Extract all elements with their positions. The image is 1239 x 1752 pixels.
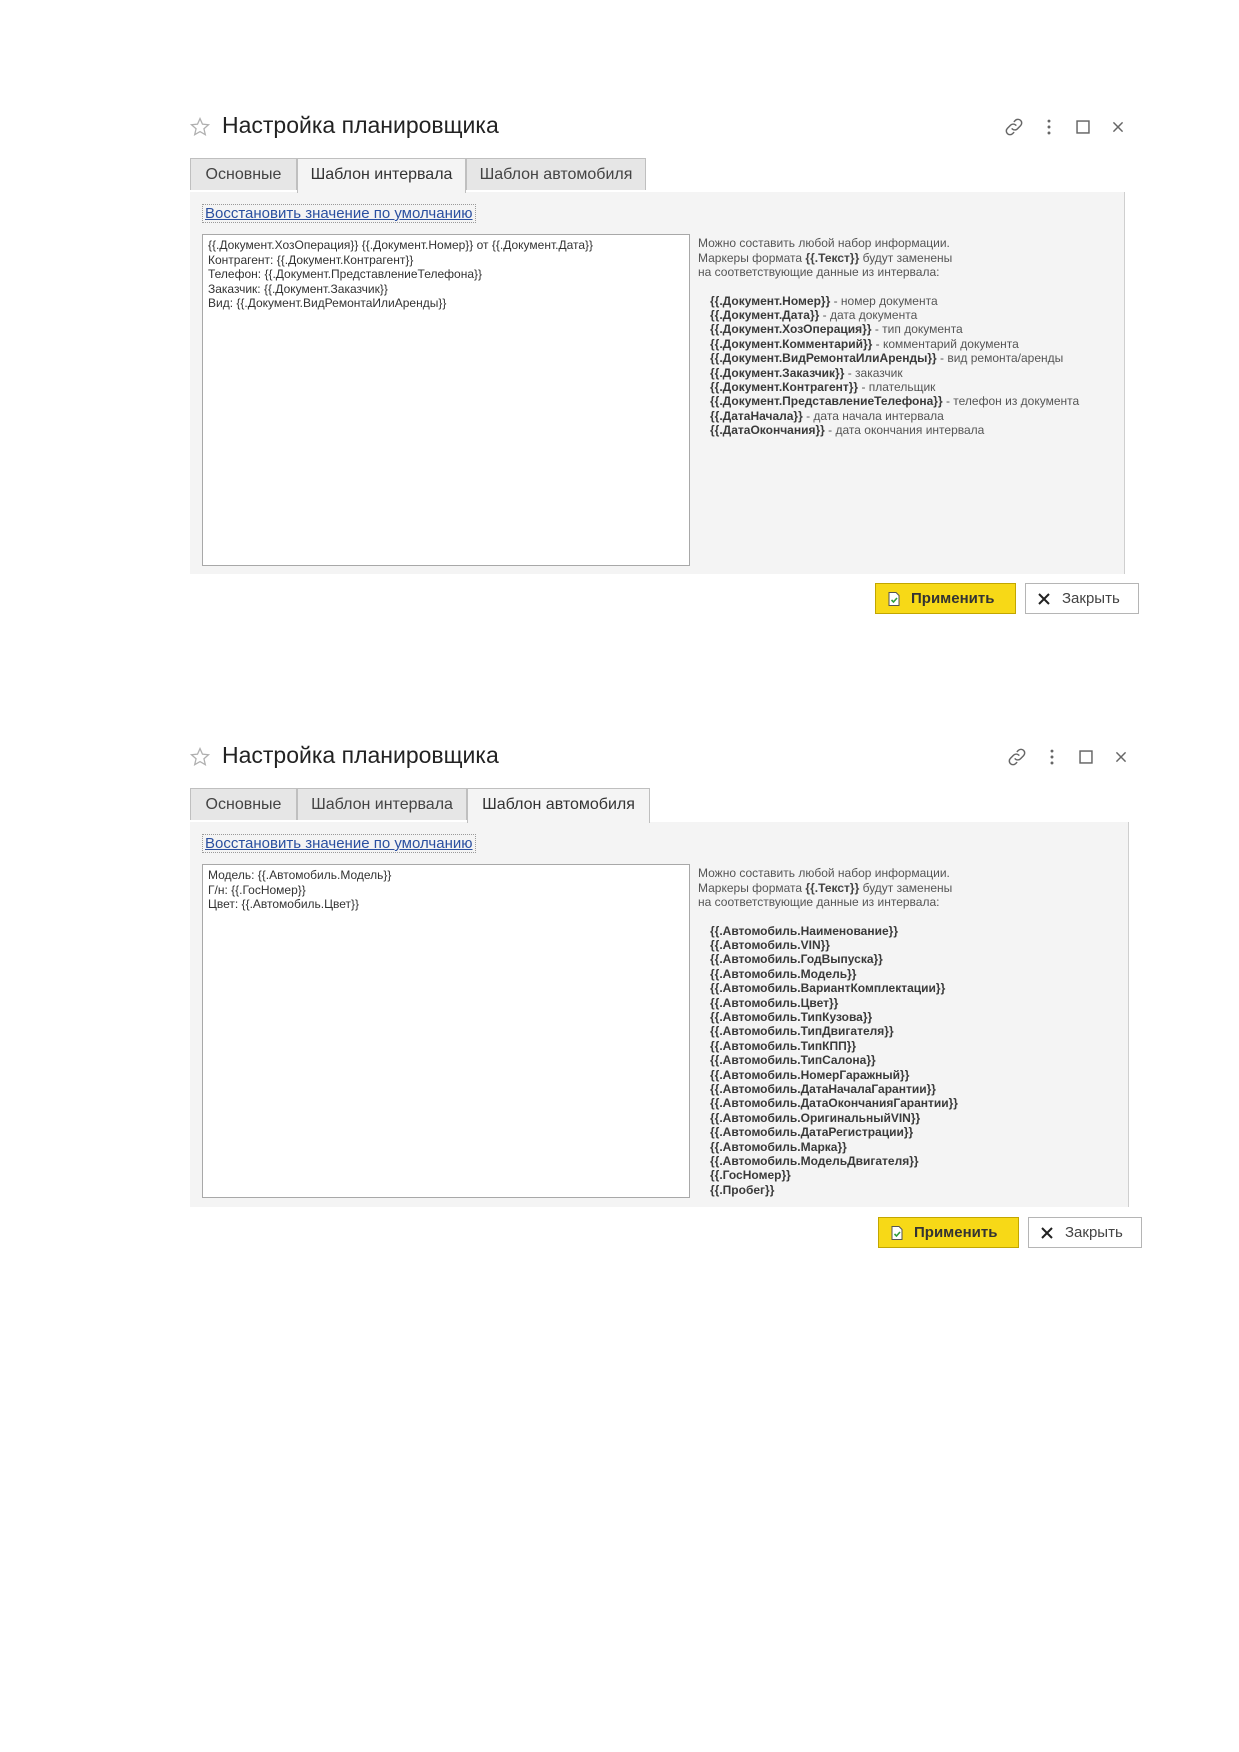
editor-line: Заказчик: {{.Документ.Заказчик}} [208,281,388,296]
editor-line: {{.Документ.ХозОперация}} {{.Документ.Но… [208,238,594,252]
marker-item: {{.Автомобиль.НомерГаражный}} [710,1067,910,1082]
apply-button[interactable]: Применить [875,583,1016,614]
marker-item: {{.Автомобиль.ДатаРегистрации}} [710,1125,914,1140]
help-text: Можно составить любой набор информации. … [698,866,1118,1197]
tab-car-template[interactable]: Шаблон автомобиля [467,788,650,823]
editor-line: Контрагент: {{.Документ.Контрагент}} [208,252,414,267]
marker-item: {{.Автомобиль.ТипСалона}} [710,1053,876,1068]
marker-item: {{.ДатаНачала}} - дата начала интервала [710,408,944,423]
marker-item: {{.Автомобиль.ТипКПП}} [710,1038,857,1053]
marker-item: {{.Документ.Номер}} - номер документа [710,293,938,308]
marker-item: {{.Автомобиль.Цвет}} [710,995,839,1010]
restore-default-link[interactable]: Восстановить значение по умолчанию [202,204,476,223]
close-button[interactable]: Закрыть [1028,1217,1142,1248]
close-button-label: Закрыть [1065,1224,1123,1241]
marker-item: {{.Автомобиль.ОригинальныйVIN}} [710,1110,921,1125]
marker-item: {{.Документ.ХозОперация}} - тип документ… [710,322,963,337]
x-icon [1036,591,1052,607]
tab-content: Восстановить значение по умолчанию Модел… [190,822,1129,1207]
apply-button[interactable]: Применить [878,1217,1019,1248]
x-icon [1039,1225,1055,1241]
tab-content: Восстановить значение по умолчанию {{.До… [190,192,1125,574]
window-titlebar: Настройка планировщика [185,738,1145,778]
document-check-icon [889,1225,905,1241]
marker-item: {{.Автомобиль.ДатаНачалаГарантии}} [710,1081,936,1096]
star-icon[interactable] [189,746,211,768]
help-text: Можно составить любой набор информации. … [698,236,1118,438]
marker-item: {{.Автомобиль.Модель}} [710,966,857,981]
editor-line: Телефон: {{.Документ.ПредставлениеТелефо… [208,267,483,281]
marker-item: {{.Документ.Комментарий}} - комментарий … [710,336,1019,351]
template-editor[interactable]: Модель: {{.Автомобиль.Модель}} Г/н: {{.Г… [202,864,690,1198]
marker-item: {{.Документ.Дата}} - дата документа [710,307,918,322]
window-title: Настройка планировщика [222,742,499,768]
help-line: Можно составить любой набор информации. [698,866,950,880]
marker-item: {{.Автомобиль.ТипКузова}} [710,1009,873,1024]
marker-item: {{.Автомобиль.ВариантКомплектации}} [710,981,946,996]
marker-item: {{.Автомобиль.МодельДвигателя}} [710,1154,919,1168]
marker-item: {{.Автомобиль.VIN}} [710,937,830,952]
more-icon[interactable] [1041,746,1063,768]
marker-item: {{.ДатаОкончания}} - дата окончания инте… [710,423,985,438]
marker-item: {{.Документ.ВидРемонтаИлиАренды}} - вид … [710,351,1064,366]
star-icon[interactable] [189,116,211,138]
marker-item: {{.Документ.Заказчик}} - заказчик [710,365,903,380]
document-check-icon [886,591,902,607]
editor-line: Вид: {{.Документ.ВидРемонтаИлиАренды}} [208,296,447,310]
marker-item: {{.Документ.Контрагент}} - плательщик [710,379,936,394]
editor-line: Г/н: {{.ГосНомер}} [208,882,306,897]
close-icon[interactable] [1110,746,1132,768]
window-titlebar: Настройка планировщика [185,108,1145,148]
help-line: Маркеры формата {{.Текст}} будут заменен… [698,880,953,895]
apply-button-label: Применить [914,1224,998,1241]
help-line: Маркеры формата {{.Текст}} будут заменен… [698,250,953,265]
help-line: на соответствующие данные из интервала: [698,265,940,279]
apply-button-label: Применить [911,590,995,607]
marker-item: {{.Автомобиль.ГодВыпуска}} [710,952,883,967]
tab-car-template[interactable]: Шаблон автомобиля [466,158,646,190]
scheduler-settings-window: Настройка планировщика Основные Шаблон и… [185,738,1145,1283]
help-line: на соответствующие данные из интервала: [698,895,940,909]
help-line: Можно составить любой набор информации. [698,236,950,250]
close-button-label: Закрыть [1062,590,1120,607]
marker-item: {{.Автомобиль.ТипДвигателя}} [710,1024,894,1039]
editor-line: Модель: {{.Автомобиль.Модель}} [208,868,392,882]
marker-item: {{.Автомобиль.ДатаОкончанияГарантии}} [710,1096,958,1111]
window-title: Настройка планировщика [222,112,499,138]
maximize-icon[interactable] [1075,746,1097,768]
tab-interval-template[interactable]: Шаблон интервала [297,788,467,820]
restore-default-link[interactable]: Восстановить значение по умолчанию [202,834,476,853]
close-button[interactable]: Закрыть [1025,583,1139,614]
marker-item: {{.Автомобиль.Марка}} [710,1139,847,1154]
link-icon[interactable] [1003,116,1025,138]
maximize-icon[interactable] [1072,116,1094,138]
tab-main[interactable]: Основные [190,158,297,190]
marker-item: {{.ГосНомер}} [710,1168,791,1183]
tab-interval-template[interactable]: Шаблон интервала [297,158,466,193]
link-icon[interactable] [1006,746,1028,768]
more-icon[interactable] [1038,116,1060,138]
marker-item: {{.Пробег}} [710,1182,775,1197]
scheduler-settings-window: Настройка планировщика Основные Шаблон и… [185,108,1145,653]
template-editor[interactable]: {{.Документ.ХозОперация}} {{.Документ.Но… [202,234,690,566]
editor-line: Цвет: {{.Автомобиль.Цвет}} [208,897,360,911]
marker-item: {{.Документ.ПредставлениеТелефона}} - те… [710,394,1080,409]
tab-main[interactable]: Основные [190,788,297,820]
close-icon[interactable] [1107,116,1129,138]
marker-item: {{.Автомобиль.Наименование}} [710,923,898,938]
